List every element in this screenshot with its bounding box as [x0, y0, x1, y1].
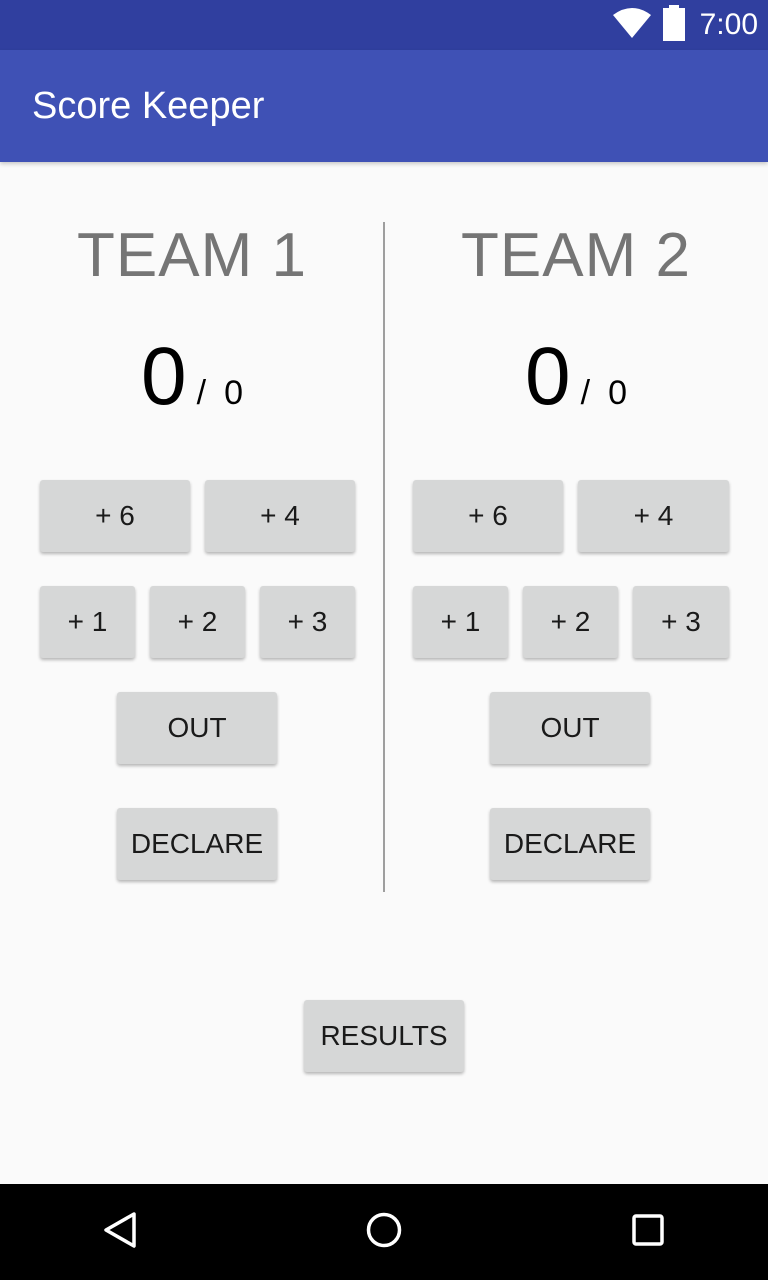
- team-2-name: TEAM 2: [461, 221, 691, 290]
- home-button[interactable]: [336, 1184, 432, 1280]
- team-2-panel: TEAM 2 0/0 + 6 + 4 + 1 + 2 + 3 OUT DECLA…: [384, 162, 768, 922]
- wifi-icon: [612, 7, 652, 44]
- team-2-wickets: 0: [608, 374, 627, 412]
- team-2-plus4-button[interactable]: + 4: [578, 480, 729, 552]
- battery-icon: [662, 4, 686, 46]
- team-2-score-separator: /: [580, 374, 591, 412]
- team-2-plus3-button[interactable]: + 3: [633, 586, 729, 658]
- back-button[interactable]: [72, 1184, 168, 1280]
- team-2-plus2-button[interactable]: + 2: [523, 586, 618, 658]
- team-1-name: TEAM 1: [77, 221, 307, 290]
- team-2-runs: 0: [525, 331, 571, 422]
- team-1-runs: 0: [141, 331, 187, 422]
- app-title: Score Keeper: [32, 85, 265, 127]
- team-1-plus4-button[interactable]: + 4: [205, 480, 355, 552]
- home-icon: [364, 1210, 404, 1255]
- team-2-score: 0/0: [384, 330, 768, 424]
- team-2-declare-button[interactable]: DECLARE: [490, 808, 650, 880]
- team-1-score: 0/0: [0, 330, 384, 424]
- team-1-score-separator: /: [196, 374, 207, 412]
- team-1-wickets: 0: [224, 374, 243, 412]
- team-1-declare-button[interactable]: DECLARE: [117, 808, 277, 880]
- app-bar: Score Keeper: [0, 50, 768, 162]
- team-1-plus2-button[interactable]: + 2: [150, 586, 245, 658]
- team-1-plus3-button[interactable]: + 3: [260, 586, 355, 658]
- status-bar: 7:00: [0, 0, 768, 50]
- team-2-plus1-button[interactable]: + 1: [413, 586, 508, 658]
- team-1-panel: TEAM 1 0/0 + 6 + 4 + 1 + 2 + 3 OUT DECLA…: [0, 162, 384, 922]
- team-1-plus1-button[interactable]: + 1: [40, 586, 135, 658]
- team-2-plus6-button[interactable]: + 6: [413, 480, 563, 552]
- main-content: TEAM 1 0/0 + 6 + 4 + 1 + 2 + 3 OUT DECLA…: [0, 162, 768, 1184]
- status-time: 7:00: [699, 8, 758, 41]
- results-button[interactable]: RESULTS: [304, 1000, 464, 1072]
- back-icon: [100, 1210, 140, 1255]
- team-1-plus6-button[interactable]: + 6: [40, 480, 190, 552]
- team-1-out-button[interactable]: OUT: [117, 692, 277, 764]
- team-2-out-button[interactable]: OUT: [490, 692, 650, 764]
- navigation-bar: [0, 1184, 768, 1280]
- recents-icon: [628, 1210, 668, 1255]
- status-icons: 7:00: [612, 0, 758, 50]
- recents-button[interactable]: [600, 1184, 696, 1280]
